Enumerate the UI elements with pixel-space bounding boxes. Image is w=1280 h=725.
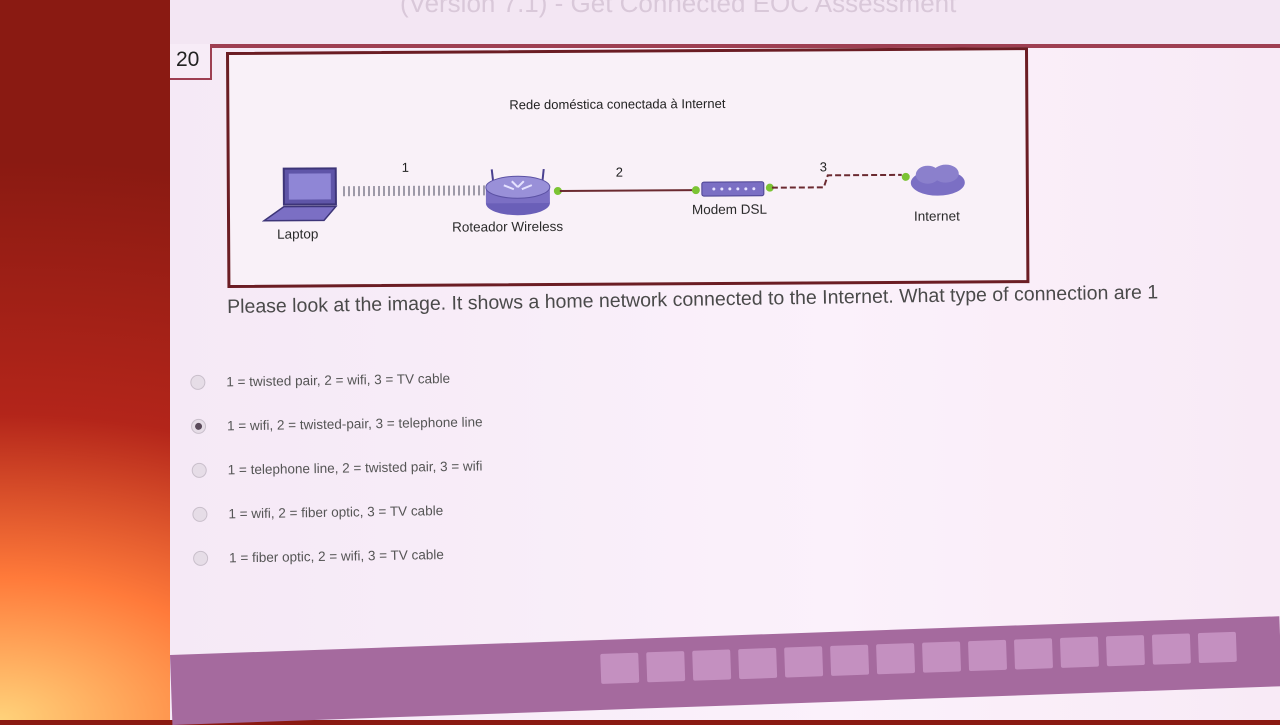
nav-button[interactable]	[784, 646, 824, 678]
radio-button[interactable]	[192, 506, 208, 522]
nav-button[interactable]	[876, 643, 916, 675]
nav-button[interactable]	[738, 647, 778, 680]
answer-option[interactable]: 1 = wifi, 2 = twisted-pair, 3 = telephon…	[190, 399, 483, 448]
answer-option[interactable]: 1 = wifi, 2 = fiber optic, 3 = TV cable	[192, 487, 484, 536]
question-navigation-bar	[170, 616, 1280, 725]
radio-button[interactable]	[192, 550, 209, 566]
nav-button[interactable]	[922, 641, 962, 673]
quiz-screen: (Version 7.1) - Get Connected EOC Assess…	[170, 0, 1280, 725]
twisted-pair-link-2	[559, 189, 694, 192]
link-label-3: 3	[819, 159, 827, 175]
radio-button[interactable]	[191, 462, 207, 478]
link-label-2: 2	[615, 164, 624, 180]
diagram-title: Rede doméstica conectada à Internet	[509, 95, 726, 113]
nav-button[interactable]	[968, 639, 1008, 672]
router-label: Roteador Wireless	[452, 218, 564, 235]
nav-button[interactable]	[1197, 631, 1237, 664]
internet-cloud-icon	[910, 164, 965, 196]
answer-option-label: 1 = telephone line, 2 = twisted pair, 3 …	[227, 457, 483, 477]
router-icon	[485, 168, 551, 216]
laptop-label: Laptop	[277, 226, 319, 242]
answer-option-label: 1 = wifi, 2 = fiber optic, 3 = TV cable	[228, 502, 444, 521]
nav-button[interactable]	[1013, 638, 1053, 670]
answer-option[interactable]: 1 = twisted pair, 2 = wifi, 3 = TV cable	[190, 355, 482, 404]
wireless-link-1	[342, 185, 488, 197]
modem-label: Modem DSL	[691, 201, 768, 218]
answer-options: 1 = twisted pair, 2 = wifi, 3 = TV cable…	[190, 355, 485, 580]
radio-button-selected[interactable]	[190, 418, 207, 434]
laptop-icon	[261, 167, 338, 222]
nav-button[interactable]	[830, 644, 870, 676]
nav-button[interactable]	[646, 651, 686, 683]
radio-button[interactable]	[190, 374, 206, 390]
header: (Version 7.1) - Get Connected EOC Assess…	[170, 0, 1280, 48]
link-label-1: 1	[401, 159, 409, 175]
telephone-link-3	[771, 173, 902, 189]
question-number: 20	[176, 48, 200, 71]
answer-option-label: 1 = fiber optic, 2 = wifi, 3 = TV cable	[228, 546, 444, 565]
internet-label: Internet	[913, 208, 960, 224]
answer-option-label: 1 = twisted pair, 2 = wifi, 3 = TV cable	[226, 370, 451, 389]
connector-dot	[691, 186, 700, 195]
network-diagram: Rede doméstica conectada à Internet Lapt…	[226, 47, 1030, 288]
nav-button[interactable]	[1151, 633, 1191, 665]
nav-button[interactable]	[692, 649, 732, 681]
nav-button[interactable]	[1105, 634, 1145, 667]
answer-option[interactable]: 1 = fiber optic, 2 = wifi, 3 = TV cable	[192, 531, 485, 580]
modem-icon	[701, 181, 765, 197]
question-number-box: 20	[170, 44, 212, 80]
answer-option[interactable]: 1 = telephone line, 2 = twisted pair, 3 …	[191, 443, 483, 492]
nav-button[interactable]	[1059, 636, 1099, 668]
nav-button[interactable]	[600, 652, 640, 684]
page-title: (Version 7.1) - Get Connected EOC Assess…	[400, 0, 957, 18]
answer-option-label: 1 = wifi, 2 = twisted-pair, 3 = telephon…	[226, 413, 483, 433]
